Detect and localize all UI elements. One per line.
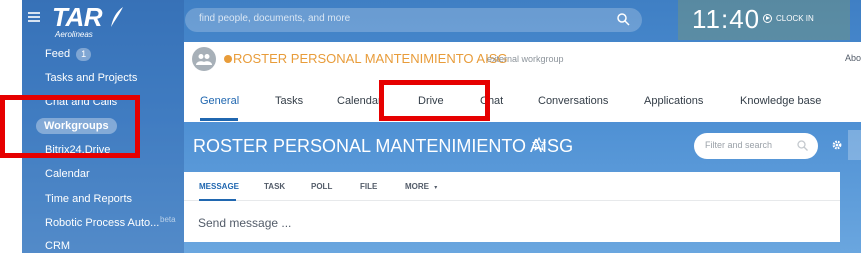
sidebar-item-feed[interactable]: Feed 1	[45, 48, 92, 61]
group-type-label: external workgroup	[487, 54, 564, 64]
tab-general[interactable]: General	[200, 95, 239, 107]
group-title[interactable]: ROSTER PERSONAL MANTENIMIENTO AISG	[233, 51, 508, 66]
filter-search-input[interactable]: Filter and search	[694, 133, 818, 159]
tab-applications[interactable]: Applications	[644, 95, 703, 107]
side-panel-edge	[848, 130, 861, 160]
clock-widget[interactable]: 11:40 CLOCK IN	[678, 0, 850, 40]
sidebar-item-tasks[interactable]: Tasks and Projects	[45, 72, 137, 84]
chevron-down-icon: ▾	[434, 185, 438, 191]
group-avatar-icon[interactable]	[192, 47, 216, 71]
feed-counter-badge: 1	[76, 48, 92, 61]
beta-badge: beta	[160, 215, 176, 224]
composer-tab-poll[interactable]: POLL	[311, 182, 332, 191]
wing-icon	[111, 7, 123, 27]
clock-in-button[interactable]: CLOCK IN	[763, 14, 814, 23]
filter-placeholder: Filter and search	[705, 140, 773, 150]
active-composer-tab-indicator	[199, 199, 236, 201]
clock-in-label: CLOCK IN	[776, 14, 814, 23]
sidebar-item-time-reports[interactable]: Time and Reports	[45, 193, 132, 205]
search-icon[interactable]	[617, 13, 630, 26]
play-icon	[763, 14, 772, 23]
tab-conversations[interactable]: Conversations	[538, 95, 608, 107]
composer-tab-file[interactable]: FILE	[360, 182, 377, 191]
search-input[interactable]: find people, documents, and more	[185, 8, 642, 32]
composer-tab-more[interactable]: MORE ▾	[405, 182, 437, 191]
about-link[interactable]: Abo	[845, 53, 861, 63]
sidebar-item-rpa[interactable]: Robotic Process Auto...	[45, 217, 159, 229]
composer-divider	[184, 200, 840, 201]
brand-logo[interactable]: TAR	[52, 2, 103, 33]
users-icon	[196, 54, 212, 65]
composer-tab-task[interactable]: TASK	[264, 182, 285, 191]
active-tab-indicator	[200, 118, 238, 121]
sidebar-item-calendar[interactable]: Calendar	[45, 168, 90, 180]
tab-tasks[interactable]: Tasks	[275, 95, 303, 107]
highlight-box-drive	[379, 80, 490, 121]
menu-icon[interactable]	[28, 12, 40, 22]
group-status-dot	[224, 55, 232, 63]
tab-knowledge-base[interactable]: Knowledge base	[740, 95, 821, 107]
composer-tab-message[interactable]: MESSAGE	[199, 182, 239, 191]
sidebar-item-crm[interactable]: CRM	[45, 240, 70, 252]
brand-tagline: Aerolineas	[55, 30, 93, 39]
gear-icon[interactable]	[831, 139, 843, 151]
page-title: ROSTER PERSONAL MANTENIMIENTO AISG	[193, 136, 574, 156]
tab-calendar[interactable]: Calendar	[337, 95, 382, 107]
highlight-box-workgroups	[0, 95, 140, 158]
sidebar-item-label: Feed	[45, 48, 71, 60]
search-icon[interactable]	[797, 140, 808, 151]
composer-tab-more-label: MORE	[405, 182, 429, 191]
send-message-input[interactable]: Send message ...	[198, 216, 291, 230]
clock-time: 11:40	[692, 4, 761, 34]
message-composer: MESSAGE TASK POLL FILE MORE ▾ Send messa…	[184, 172, 840, 242]
search-placeholder: find people, documents, and more	[199, 13, 351, 24]
workgroup-header-panel: ROSTER PERSONAL MANTENIMIENTO AISG exter…	[184, 42, 861, 122]
star-icon[interactable]	[532, 137, 546, 151]
